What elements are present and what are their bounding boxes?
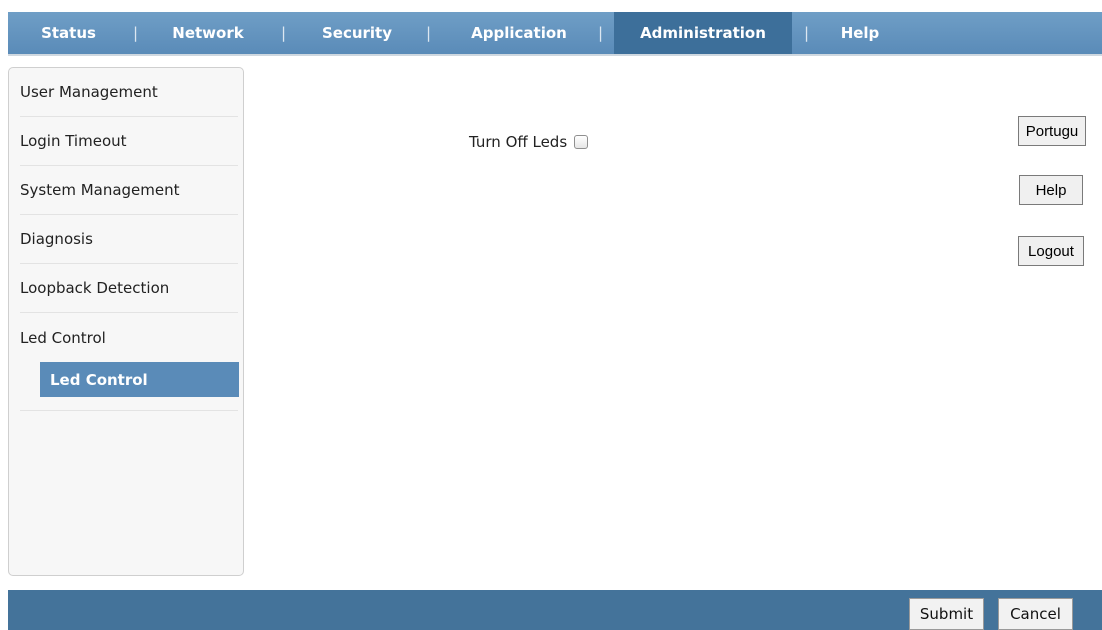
sidebar-item-label: User Management [20, 83, 158, 101]
sidebar-item-label: Login Timeout [20, 132, 127, 150]
language-button[interactable]: Portugu [1018, 116, 1086, 146]
turn-off-leds-label: Turn Off Leds [469, 133, 568, 151]
sidebar-item-led-control[interactable]: Led Control [20, 313, 238, 362]
sidebar-item-loopback-detection[interactable]: Loopback Detection [20, 264, 238, 313]
sidebar-subitem-label: Led Control [50, 370, 148, 389]
turn-off-leds-checkbox[interactable] [574, 135, 589, 149]
led-control-row: Turn Off Leds [469, 131, 589, 153]
sidebar-item-system-management[interactable]: System Management [20, 166, 238, 215]
top-navigation: Status | Network | Security | Applicatio… [8, 12, 1102, 56]
sidebar-item-user-management[interactable]: User Management [20, 68, 238, 117]
help-button[interactable]: Help [1019, 175, 1083, 205]
sidebar-divider [20, 410, 238, 411]
tab-status[interactable]: Status [8, 12, 129, 54]
sidebar: User Management Login Timeout System Man… [8, 67, 244, 576]
logout-button[interactable]: Logout [1018, 236, 1084, 266]
sidebar-item-label: Loopback Detection [20, 279, 170, 297]
tab-application[interactable]: Application [444, 12, 594, 54]
tab-administration[interactable]: Administration [614, 12, 792, 54]
sidebar-item-label: System Management [20, 181, 180, 199]
sidebar-subitem-led-control[interactable]: Led Control [40, 362, 239, 397]
sidebar-item-label: Diagnosis [20, 230, 93, 248]
cancel-button[interactable]: Cancel [998, 598, 1073, 630]
tab-help[interactable]: Help [828, 12, 892, 54]
submit-button[interactable]: Submit [909, 598, 984, 630]
sidebar-item-login-timeout[interactable]: Login Timeout [20, 117, 238, 166]
nav-separator: | [281, 24, 287, 42]
tab-security[interactable]: Security [301, 12, 413, 54]
sidebar-item-diagnosis[interactable]: Diagnosis [20, 215, 238, 264]
nav-separator: | [133, 24, 139, 42]
nav-separator: | [804, 24, 810, 42]
app-root: Status | Network | Security | Applicatio… [0, 0, 1102, 630]
nav-separator: | [598, 24, 604, 42]
sidebar-item-label: Led Control [20, 328, 106, 347]
tab-network[interactable]: Network [158, 12, 258, 54]
nav-separator: | [426, 24, 432, 42]
